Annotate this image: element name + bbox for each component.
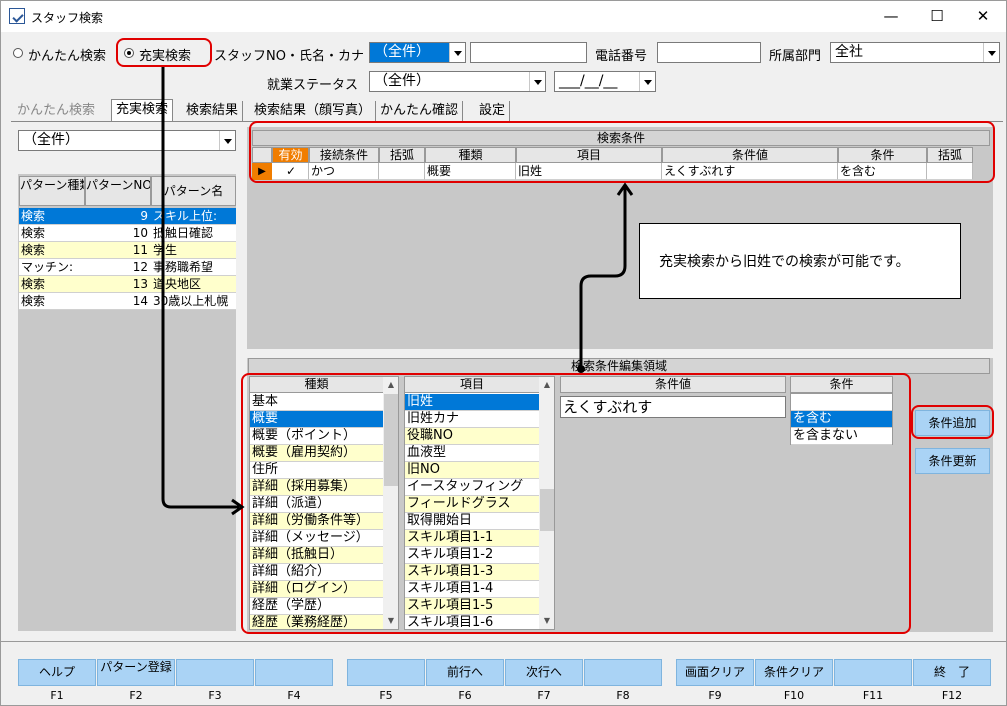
fkey-button-f9[interactable]: 画面クリア: [676, 659, 754, 686]
fkey-button-f8[interactable]: [584, 659, 662, 686]
fkey-button-f3[interactable]: [176, 659, 254, 686]
fkey-label: F12: [941, 689, 963, 702]
fkey-label: F2: [129, 689, 143, 702]
window: スタッフ検索 — ☐ ✕ かんたん検索 充実検索 スタッフNO・氏名・カナ （全…: [0, 0, 1007, 706]
fkey-button-f4[interactable]: [255, 659, 333, 686]
fkey-label: F8: [616, 689, 630, 702]
fkey-button-f5[interactable]: [347, 659, 425, 686]
fkey-label: F4: [287, 689, 301, 702]
fkey-label: F9: [708, 689, 722, 702]
fkey-button-f7[interactable]: 次行へ: [505, 659, 583, 686]
fkey-label: F7: [537, 689, 551, 702]
annotation-arrows: [161, 67, 634, 516]
fkey-label: F1: [50, 689, 64, 702]
fkey-label: F6: [458, 689, 472, 702]
fkey-button-f2[interactable]: パターン登録: [97, 659, 175, 686]
fkey-button-f12[interactable]: 終 了: [913, 659, 991, 686]
fkey-button-f1[interactable]: ヘルプ: [18, 659, 96, 686]
fkey-button-f6[interactable]: 前行へ: [426, 659, 504, 686]
fkey-button-f10[interactable]: 条件クリア: [755, 659, 833, 686]
fkey-label: F3: [208, 689, 222, 702]
fkey-label: F10: [783, 689, 805, 702]
fkey-label: F5: [379, 689, 393, 702]
fkey-label: F11: [862, 689, 884, 702]
fkey-button-f11[interactable]: [834, 659, 912, 686]
